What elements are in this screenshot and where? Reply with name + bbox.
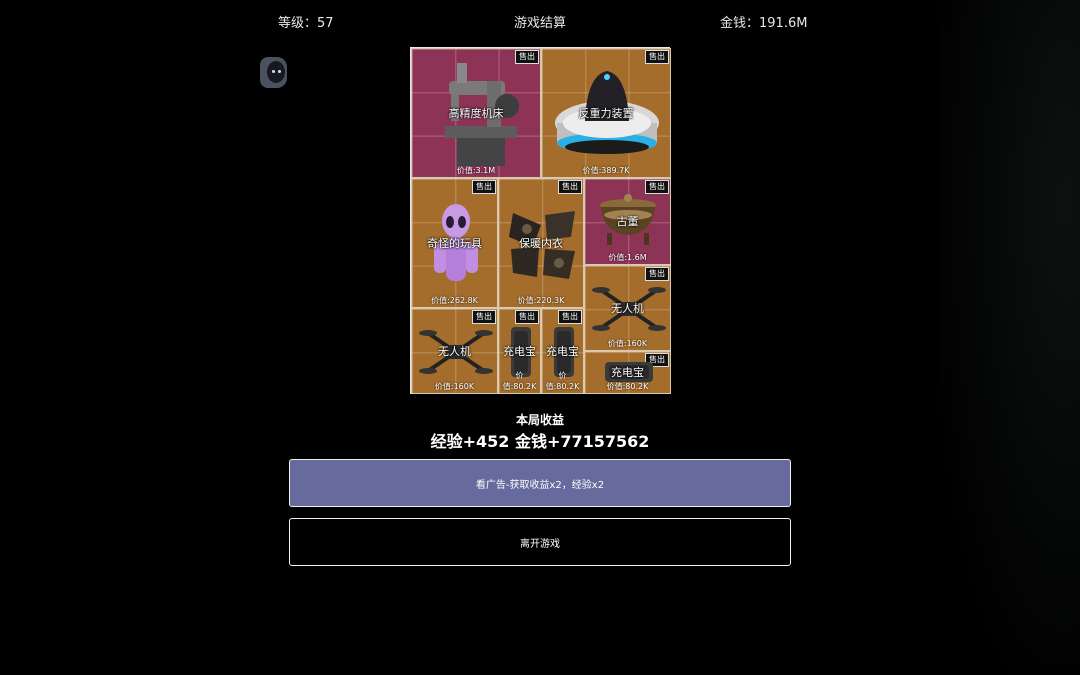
loot-item[interactable]: 反重力装置 价值:389.7K 售出 (541, 48, 671, 178)
loot-grid: 高精度机床 价值:3.1M 售出 反重力装置 价值:389.7K 售出 奇怪的玩… (410, 47, 671, 394)
loot-item[interactable]: 奇怪的玩具 价值:262.8K 售出 (411, 178, 498, 308)
item-price: 价值:80.2K (606, 382, 649, 391)
sell-button[interactable]: 售出 (558, 180, 582, 194)
background-glow (940, 0, 1080, 675)
watch-ad-button[interactable]: 看广告-获取收益x2，经验x2 (289, 459, 791, 507)
page-title: 游戏结算 (513, 16, 566, 31)
item-name: 保暖内衣 (519, 237, 563, 250)
item-name: 反重力装置 (578, 107, 634, 120)
item-price: 价值:160K (434, 382, 475, 391)
item-price: 价值:1.6M (608, 253, 647, 262)
item-name: 高精度机床 (448, 107, 504, 120)
item-price: 价值:80.2K (545, 371, 580, 391)
item-price: 价值:80.2K (502, 371, 537, 391)
item-price: 价值:220.3K (517, 296, 565, 305)
summary-title: 本局收益 (515, 413, 564, 427)
avatar[interactable] (260, 57, 287, 88)
item-name: 奇怪的玩具 (427, 237, 482, 250)
sell-button[interactable]: 售出 (472, 180, 496, 194)
item-name: 无人机 (611, 302, 644, 315)
sell-button[interactable]: 售出 (558, 310, 582, 324)
item-price: 价值:262.8K (431, 296, 478, 305)
item-price: 价值:389.7K (582, 166, 630, 175)
item-name: 充电宝 (503, 345, 536, 358)
item-price: 价值:3.1M (456, 166, 496, 175)
loot-item[interactable]: 高精度机床 价值:3.1M 售出 (411, 48, 541, 178)
loot-item[interactable]: 无人机 价值:160K 售出 (584, 265, 671, 351)
item-name: 充电宝 (611, 366, 644, 379)
loot-item[interactable]: 充电宝 价值:80.2K 售出 (498, 308, 541, 394)
robot-face-icon (267, 61, 285, 83)
summary-rewards: 经验+452 金钱+77157562 (430, 432, 650, 451)
sell-button[interactable]: 售出 (645, 50, 669, 64)
leave-game-button[interactable]: 离开游戏 (289, 518, 791, 566)
money-label: 金钱：191.6M (720, 16, 808, 31)
item-name: 古董 (616, 215, 639, 228)
item-name: 无人机 (438, 345, 471, 358)
loot-item[interactable]: 保暖内衣 价值:220.3K 售出 (498, 178, 584, 308)
loot-item[interactable]: 充电宝 价值:80.2K 售出 (541, 308, 584, 394)
item-name: 充电宝 (546, 345, 579, 358)
item-price: 价值:160K (607, 339, 648, 348)
loot-item[interactable]: 古董 价值:1.6M 售出 (584, 178, 671, 265)
sell-button[interactable]: 售出 (515, 310, 539, 324)
loot-item[interactable]: 充电宝 价值:80.2K 售出 (584, 351, 671, 394)
loot-item[interactable]: 无人机 价值:160K 售出 (411, 308, 498, 394)
